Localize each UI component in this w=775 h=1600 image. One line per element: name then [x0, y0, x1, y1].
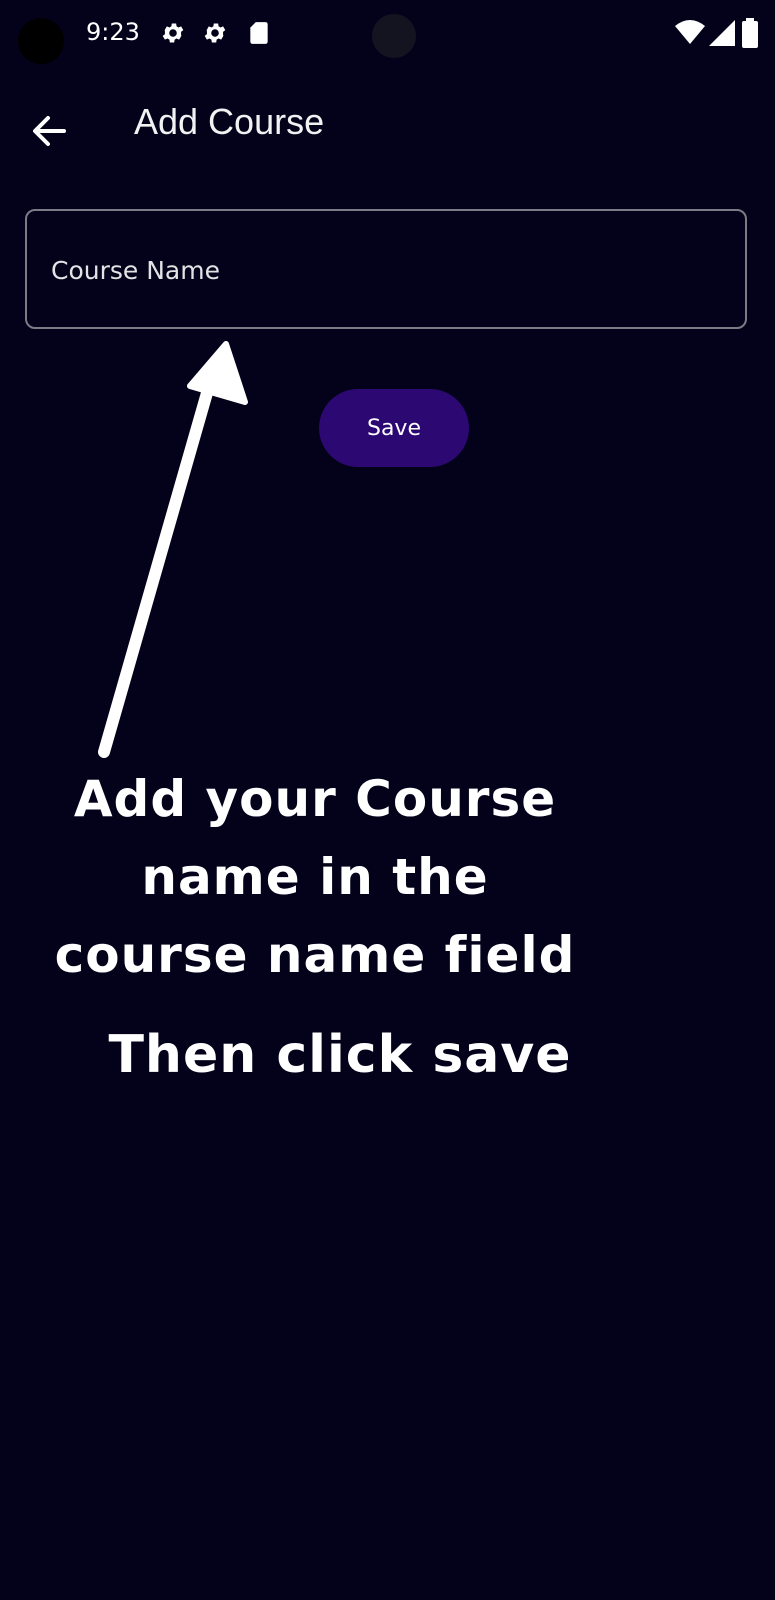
status-time: 9:23	[86, 18, 140, 46]
instruction-line: name in the	[141, 848, 489, 906]
gear-icon	[160, 20, 186, 46]
instruction-text: Add your Course name in the course name …	[0, 760, 630, 994]
wifi-icon	[675, 20, 705, 50]
system-indicators	[675, 18, 775, 48]
course-name-input[interactable]	[49, 211, 713, 329]
save-button[interactable]: Save	[319, 389, 469, 467]
arrow-left-icon	[33, 116, 66, 146]
gear-icon	[202, 20, 228, 46]
instruction-line: course name field	[54, 926, 576, 984]
app-bar: Add Course	[0, 85, 775, 165]
back-button[interactable]	[24, 105, 76, 157]
followup-instruction: Then click save	[108, 1025, 572, 1085]
page-title: Add Course	[134, 101, 325, 142]
cellular-signal-icon	[709, 20, 735, 50]
battery-icon	[741, 18, 759, 52]
instruction-line: Add your Course	[73, 770, 557, 828]
course-name-field[interactable]	[25, 209, 747, 329]
sd-card-icon	[246, 20, 272, 46]
front-camera	[372, 14, 416, 58]
camera-cutout	[18, 18, 64, 64]
status-bar: 9:23	[0, 0, 775, 70]
